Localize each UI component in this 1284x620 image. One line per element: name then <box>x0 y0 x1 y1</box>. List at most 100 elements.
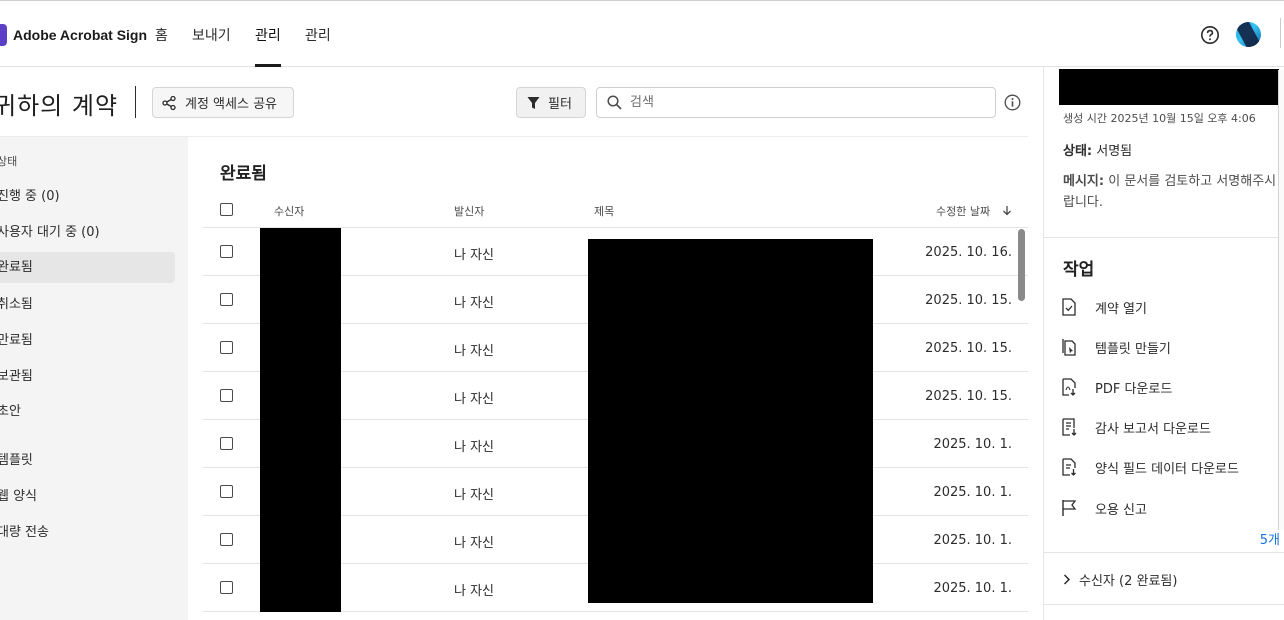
action-create-template[interactable]: 템플릿 만들기 <box>1061 336 1171 358</box>
user-avatar[interactable] <box>1236 22 1261 47</box>
row-checkbox[interactable] <box>220 533 233 546</box>
column-title[interactable]: 제목 <box>594 203 614 219</box>
row-sender: 나 자신 <box>454 584 495 599</box>
message-value-line2: 랍니다. <box>1063 195 1104 210</box>
action-label: 템플릿 만들기 <box>1095 341 1171 357</box>
row-checkbox[interactable] <box>220 245 233 258</box>
action-download-form-data[interactable]: 양식 필드 데이터 다운로드 <box>1061 456 1239 478</box>
redacted-agreement-name <box>1059 69 1279 105</box>
agreement-detail-panel: 생성 시간 2025년 10월 15일 오후 4:06 상태: 서명됨 메시지:… <box>1043 67 1284 620</box>
row-sender: 나 자신 <box>454 248 495 263</box>
nav-manage-2[interactable]: 관리 <box>305 25 331 45</box>
row-checkbox[interactable] <box>220 341 233 354</box>
search-input[interactable] <box>630 95 970 110</box>
table-scrollbar[interactable] <box>1018 229 1025 301</box>
search-box[interactable] <box>596 87 996 118</box>
status-sidebar: 상태 진행 중 (0) 사용자 대기 중 (0) 완료됨 취소됨 만료됨 보관됨… <box>0 137 188 620</box>
status-label: 상태: <box>1063 144 1093 159</box>
row-checkbox[interactable] <box>220 293 233 306</box>
action-label: 오용 신고 <box>1095 502 1147 518</box>
column-modified-date[interactable]: 수정한 날짜 <box>936 203 1012 219</box>
recipients-label: 수신자 (2 완료됨) <box>1079 574 1178 589</box>
message-label: 메시지: <box>1063 174 1105 189</box>
row-checkbox[interactable] <box>220 485 233 498</box>
sidebar-heading: 상태 <box>0 155 18 168</box>
brand[interactable]: Adobe Acrobat Sign <box>0 23 147 47</box>
nav-manage[interactable]: 관리 <box>255 25 281 45</box>
share-account-access-button[interactable]: 계정 액세스 공유 <box>152 87 294 118</box>
sidebar-item-web-forms[interactable]: 웹 양식 <box>0 481 175 512</box>
row-date: 2025. 10. 1. <box>933 485 1012 500</box>
panel-divider <box>1044 552 1284 553</box>
sidebar-item-waiting[interactable]: 사용자 대기 중 (0) <box>0 217 175 248</box>
row-date: 2025. 10. 15. <box>925 293 1012 308</box>
sort-descending-icon <box>1002 206 1011 216</box>
message-value-line1: 이 문서를 검토하고 서명해주시 <box>1108 174 1277 189</box>
action-label: 감사 보고서 다운로드 <box>1095 421 1211 437</box>
template-icon <box>1062 339 1076 356</box>
app-name: Adobe Acrobat Sign <box>13 27 148 43</box>
column-modified-label: 수정한 날짜 <box>936 205 991 218</box>
document-check-icon <box>1062 298 1076 316</box>
created-time: 생성 시간 2025년 10월 15일 오후 4:06 <box>1063 112 1256 125</box>
sidebar-item-canceled[interactable]: 취소됨 <box>0 289 175 320</box>
row-checkbox[interactable] <box>220 581 233 594</box>
row-checkbox[interactable] <box>220 437 233 450</box>
select-all-checkbox[interactable] <box>220 203 233 216</box>
action-label: 양식 필드 데이터 다운로드 <box>1095 461 1239 477</box>
filter-button[interactable]: 필터 <box>516 87 586 118</box>
column-sender[interactable]: 발신자 <box>454 203 484 219</box>
row-date: 2025. 10. 1. <box>933 437 1012 452</box>
report-download-icon <box>1062 418 1077 436</box>
sidebar-item-bulk-send[interactable]: 대량 전송 <box>0 517 175 548</box>
search-icon <box>607 95 622 110</box>
flag-icon <box>1062 500 1077 516</box>
column-recipient[interactable]: 수신자 <box>274 203 304 219</box>
sidebar-item-completed[interactable]: 완료됨 <box>0 252 175 283</box>
row-sender: 나 자신 <box>454 296 495 311</box>
more-actions-link[interactable]: 5개 <box>1260 529 1280 548</box>
recipients-expander[interactable]: 수신자 (2 완료됨) <box>1063 570 1177 589</box>
sidebar-item-draft[interactable]: 초안 <box>0 396 175 427</box>
agreement-message: 메시지: 이 문서를 검토하고 서명해주시 랍니다. <box>1063 171 1284 213</box>
panel-divider <box>1044 604 1284 605</box>
row-checkbox[interactable] <box>220 389 233 402</box>
row-date: 2025. 10. 16. <box>925 245 1012 260</box>
sidebar-item-expired[interactable]: 만료됨 <box>0 325 175 356</box>
agreement-status: 상태: 서명됨 <box>1063 140 1132 159</box>
row-date: 2025. 10. 1. <box>933 581 1012 596</box>
help-icon[interactable] <box>1200 25 1220 45</box>
sidebar-item-archived[interactable]: 보관됨 <box>0 361 175 392</box>
row-date: 2025. 10. 15. <box>925 389 1012 404</box>
panel-divider <box>1044 237 1284 238</box>
row-date: 2025. 10. 15. <box>925 341 1012 356</box>
form-data-download-icon <box>1062 458 1076 476</box>
nav-send[interactable]: 보내기 <box>192 25 231 45</box>
acrobat-sign-logo-icon <box>0 24 7 46</box>
nav-home[interactable]: 홈 <box>155 25 168 45</box>
action-open-agreement[interactable]: 계약 열기 <box>1061 296 1147 318</box>
agreements-list: 완료됨 수신자 발신자 제목 수정한 날짜 나 자신 2025. 10. 16.… <box>188 137 1043 620</box>
info-icon[interactable] <box>1004 94 1021 111</box>
sidebar-item-in-progress[interactable]: 진행 중 (0) <box>0 181 175 212</box>
filter-button-label: 필터 <box>548 97 572 112</box>
row-sender: 나 자신 <box>454 536 495 551</box>
pdf-download-icon <box>1062 378 1076 396</box>
action-report-abuse[interactable]: 오용 신고 <box>1061 497 1147 519</box>
action-download-audit-report[interactable]: 감사 보고서 다운로드 <box>1061 416 1211 438</box>
action-download-pdf[interactable]: PDF 다운로드 <box>1061 376 1172 398</box>
window-edge <box>1280 18 1284 48</box>
row-sender: 나 자신 <box>454 488 495 503</box>
top-bar: Adobe Acrobat Sign 홈 보내기 관리 관리 <box>0 0 1284 67</box>
panel-scrollbar[interactable] <box>1278 70 1284 530</box>
sidebar-item-templates[interactable]: 템플릿 <box>0 445 175 476</box>
redacted-titles <box>588 239 873 603</box>
page-title: 귀하의 계약 <box>0 92 119 120</box>
title-divider <box>135 86 136 118</box>
row-sender: 나 자신 <box>454 344 495 359</box>
row-sender: 나 자신 <box>454 440 495 455</box>
section-title: 완료됨 <box>220 164 267 184</box>
nav-active-indicator <box>255 64 281 67</box>
share-icon <box>162 95 176 110</box>
redacted-recipients <box>260 228 341 612</box>
